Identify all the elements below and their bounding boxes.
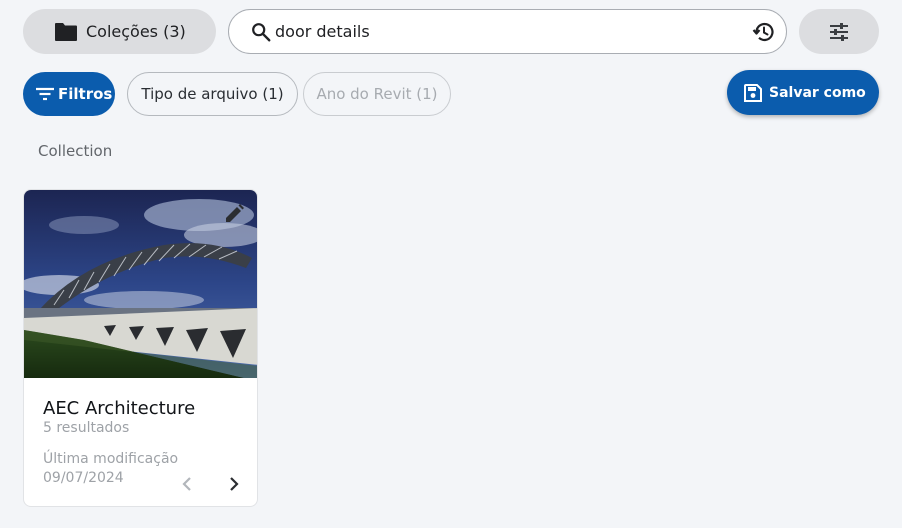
collection-card[interactable]: AEC Architecture 5 resultados Última mod… — [23, 189, 258, 507]
display-settings-button[interactable] — [799, 9, 879, 54]
save-as-label: Salvar como — [769, 84, 866, 101]
chip-file-type[interactable]: Tipo de arquivo (1) — [127, 72, 298, 116]
collections-button[interactable]: Coleções (3) — [23, 9, 216, 54]
search-icon — [250, 21, 272, 43]
card-results-count: 5 resultados — [43, 420, 130, 436]
pencil-icon[interactable] — [223, 203, 245, 225]
history-icon[interactable] — [752, 20, 776, 44]
card-title: AEC Architecture — [43, 398, 196, 419]
chevron-right-icon[interactable] — [224, 474, 244, 494]
chip-revit-year-label: Ano do Revit (1) — [316, 85, 438, 103]
save-as-button[interactable]: Salvar como — [727, 70, 879, 115]
search-field[interactable] — [228, 9, 787, 54]
chip-file-type-label: Tipo de arquivo (1) — [141, 85, 284, 103]
card-modified-label: Última modificação — [43, 451, 179, 467]
filters-button[interactable]: Filtros — [23, 72, 115, 116]
save-icon — [744, 83, 762, 102]
collections-label: Coleções (3) — [86, 22, 186, 41]
card-modified-date: 09/07/2024 — [43, 470, 124, 486]
filters-label: Filtros — [58, 85, 113, 103]
sliders-icon — [828, 22, 850, 42]
filter-icon — [35, 86, 55, 102]
chip-revit-year[interactable]: Ano do Revit (1) — [303, 72, 451, 116]
chevron-left-icon[interactable] — [177, 474, 197, 494]
search-input[interactable] — [275, 22, 752, 41]
folder-icon — [54, 22, 78, 42]
section-label: Collection — [38, 142, 113, 160]
